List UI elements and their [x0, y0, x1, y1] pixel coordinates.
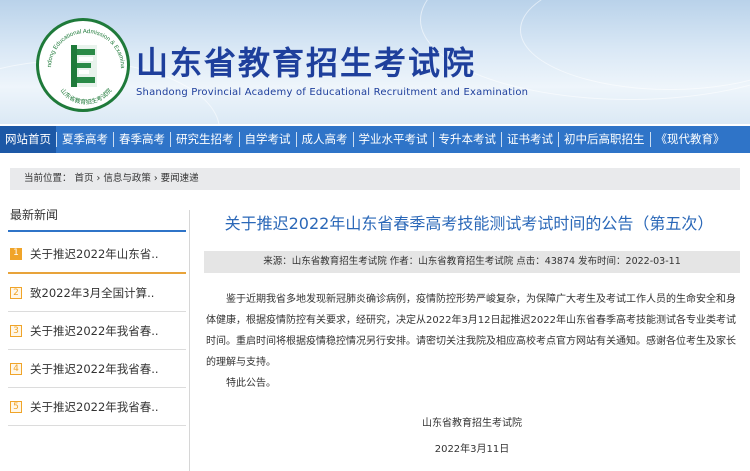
nav-vocational[interactable]: 初中后高职招生	[559, 126, 650, 153]
news-list-item[interactable]: 3 关于推迟2022年我省春..	[8, 312, 186, 350]
svg-text:山东省教育招生考试院: 山东省教育招生考试院	[59, 87, 114, 106]
breadcrumb: 当前位置： 首页 › 信息与政策 › 要闻速递	[10, 168, 740, 190]
nav-spring-exam[interactable]: 春季高考	[114, 126, 170, 153]
news-item-title[interactable]: 关于推迟2022年我省春..	[30, 399, 159, 415]
nav-home[interactable]: 网站首页	[0, 126, 56, 153]
nav-certificate[interactable]: 证书考试	[502, 126, 558, 153]
article-meta: 来源：山东省教育招生考试院 作者：山东省教育招生考试院 点击：43874 发布时…	[204, 251, 740, 273]
site-logo[interactable]: Shandong Educational Admission & Examina…	[36, 18, 130, 112]
article-signature: 山东省教育招生考试院	[422, 418, 522, 429]
nav-upgrade-exam[interactable]: 专升本考试	[434, 126, 502, 153]
news-list-item[interactable]: 4 关于推迟2022年我省春..	[8, 350, 186, 388]
nav-adult-exam[interactable]: 成人高考	[297, 126, 353, 153]
news-list: 1 关于推迟2022年山东省.. 2 致2022年3月全国计算.. 3 关于推迟…	[8, 236, 186, 426]
news-item-title[interactable]: 致2022年3月全国计算..	[30, 285, 154, 301]
news-rank-badge: 2	[10, 286, 22, 299]
main-nav: 网站首页 夏季高考 春季高考 研究生招考 自学考试 成人高考 学业水平考试 专升…	[0, 126, 750, 153]
logo-e-icon	[71, 45, 97, 87]
nav-self-study[interactable]: 自学考试	[240, 126, 296, 153]
news-item-title[interactable]: 关于推迟2022年山东省..	[30, 246, 159, 262]
nav-graduate[interactable]: 研究生招考	[171, 126, 239, 153]
news-rank-badge: 3	[10, 324, 22, 337]
news-rank-badge: 1	[10, 248, 22, 260]
breadcrumb-separator: ›	[153, 173, 158, 184]
nav-academic-level[interactable]: 学业水平考试	[354, 126, 433, 153]
breadcrumb-label: 当前位置：	[24, 173, 72, 184]
news-list-item[interactable]: 5 关于推迟2022年我省春..	[8, 388, 186, 426]
news-item-title[interactable]: 关于推迟2022年我省春..	[30, 361, 159, 377]
nav-modern-education[interactable]: 《现代教育》	[651, 126, 730, 153]
article-title: 关于推迟2022年山东省春季高考技能测试考试时间的公告（第五次）	[224, 214, 714, 233]
article-date: 2022年3月11日	[434, 444, 510, 455]
nav-summer-exam[interactable]: 夏季高考	[57, 126, 113, 153]
column-divider	[189, 210, 190, 471]
site-header: Shandong Educational Admission & Examina…	[0, 0, 750, 124]
breadcrumb-home[interactable]: 首页	[75, 173, 94, 184]
news-list-item[interactable]: 1 关于推迟2022年山东省..	[8, 236, 186, 274]
page: Shandong Educational Admission & Examina…	[0, 0, 750, 471]
logo-bottom-text: 山东省教育招生考试院	[59, 87, 114, 106]
breadcrumb-separator: ›	[96, 173, 101, 184]
article: 关于推迟2022年山东省春季高考技能测试考试时间的公告（第五次） 来源：山东省教…	[196, 204, 742, 471]
site-title: 山东省教育招生考试院	[136, 44, 477, 82]
news-rank-badge: 5	[10, 400, 22, 413]
breadcrumb-policy[interactable]: 信息与政策	[103, 173, 151, 184]
sidebar-title: 最新新闻	[10, 208, 59, 222]
news-list-item[interactable]: 2 致2022年3月全国计算..	[8, 274, 186, 312]
article-paragraph: 鉴于近期我省多地发现新冠肺炎确诊病例，疫情防控形势严峻复杂，为保障广大考生及考试…	[206, 294, 736, 368]
latest-news-sidebar: 最新新闻 1 关于推迟2022年山东省.. 2 致2022年3月全国计算.. 3…	[8, 204, 186, 471]
news-rank-badge: 4	[10, 362, 22, 375]
site-subtitle-en: Shandong Provincial Academy of Education…	[136, 87, 529, 98]
news-item-title[interactable]: 关于推迟2022年我省春..	[30, 323, 159, 339]
article-notice: 特此公告。	[226, 378, 276, 389]
article-body: 鉴于近期我省多地发现新冠肺炎确诊病例，疫情防控形势严峻复杂，为保障广大考生及考试…	[206, 289, 738, 394]
breadcrumb-news[interactable]: 要闻速递	[161, 173, 199, 184]
sidebar-title-underline	[8, 230, 186, 232]
